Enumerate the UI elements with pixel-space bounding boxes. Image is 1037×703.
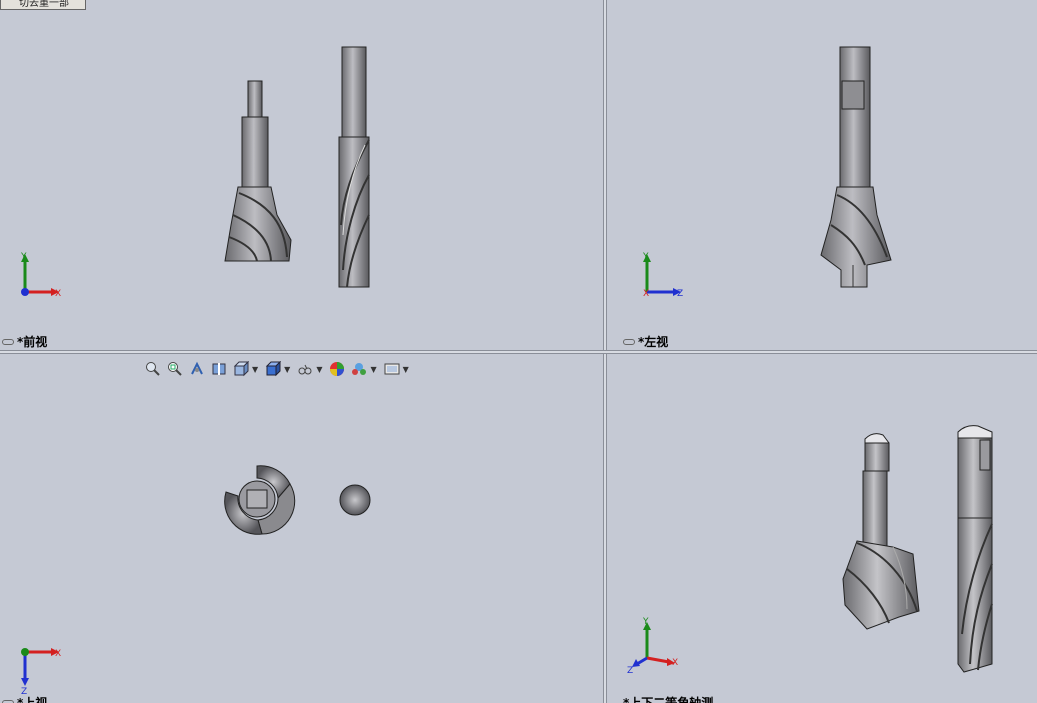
display-style-icon[interactable] <box>264 360 282 378</box>
link-icon <box>2 338 14 345</box>
viewport-iso-label[interactable]: *上下二等角轴测 <box>623 694 713 703</box>
axis-x-label: X <box>672 658 678 668</box>
drill-short-iso[interactable] <box>837 429 927 634</box>
axis-z-label: Z <box>677 289 683 299</box>
view-name: *上下二等角轴测 <box>623 696 714 703</box>
axis-y-label: Y <box>20 252 27 262</box>
chevron-down-icon[interactable]: ▼ <box>370 365 376 374</box>
axis-x-label: X <box>55 289 61 299</box>
triad-front: Y X <box>20 252 61 299</box>
axis-x-label: X <box>55 649 61 659</box>
view-name: *前视 <box>17 335 48 349</box>
axis-z-label: Z <box>627 666 633 676</box>
triad-iso: Y X Z <box>627 617 678 676</box>
heads-up-view-toolbar: ▼ ▼ ▼ ▼ ▼ <box>144 359 411 379</box>
zoom-to-fit-icon[interactable] <box>144 360 162 378</box>
drill-long-top[interactable] <box>338 483 372 517</box>
drill-long-front[interactable] <box>335 45 375 290</box>
hide-show-items-icon[interactable] <box>296 360 314 378</box>
link-icon <box>623 338 635 345</box>
viewport-top-label[interactable]: *上视 <box>2 694 47 703</box>
link-icon <box>2 699 14 703</box>
viewport-front-label[interactable]: *前视 <box>2 333 47 350</box>
previous-view-icon[interactable] <box>188 360 206 378</box>
chevron-down-icon[interactable]: ▼ <box>252 365 258 374</box>
view-orientation-icon[interactable] <box>232 360 250 378</box>
view-name: *上视 <box>17 696 48 703</box>
drill-short-top[interactable] <box>220 462 296 537</box>
triad-left: Y Z X <box>642 252 683 299</box>
triad-top: X Z <box>21 648 61 697</box>
viewport-left[interactable]: Y Z X *左视 <box>607 0 1037 350</box>
zoom-to-area-icon[interactable] <box>166 360 184 378</box>
viewport-isometric[interactable]: Y X Z *上下二等角轴测 <box>607 354 1037 703</box>
viewport-front[interactable]: 切去重一部 Y X *前视 <box>0 0 603 350</box>
viewport-left-label[interactable]: *左视 <box>623 333 668 350</box>
drill-short-front[interactable] <box>215 75 300 270</box>
chevron-down-icon[interactable]: ▼ <box>284 365 290 374</box>
section-view-icon[interactable] <box>210 360 228 378</box>
axis-y-label: Y <box>642 252 649 262</box>
axis-y-label: Y <box>642 617 649 627</box>
apply-scene-icon[interactable] <box>350 360 368 378</box>
drill-long-iso[interactable] <box>952 424 997 674</box>
viewport-splitter-horizontal[interactable] <box>0 350 1037 354</box>
chevron-down-icon[interactable]: ▼ <box>403 365 409 374</box>
axis-x-label: X <box>643 289 649 299</box>
edit-appearance-icon[interactable] <box>328 360 346 378</box>
viewport-top[interactable]: ▼ ▼ ▼ ▼ ▼ X Z *上视 <box>0 354 603 703</box>
view-name: *左视 <box>638 335 669 349</box>
view-settings-icon[interactable] <box>383 360 401 378</box>
drill-left[interactable] <box>817 45 897 290</box>
feature-tab[interactable]: 切去重一部 <box>0 0 86 10</box>
chevron-down-icon[interactable]: ▼ <box>316 365 322 374</box>
